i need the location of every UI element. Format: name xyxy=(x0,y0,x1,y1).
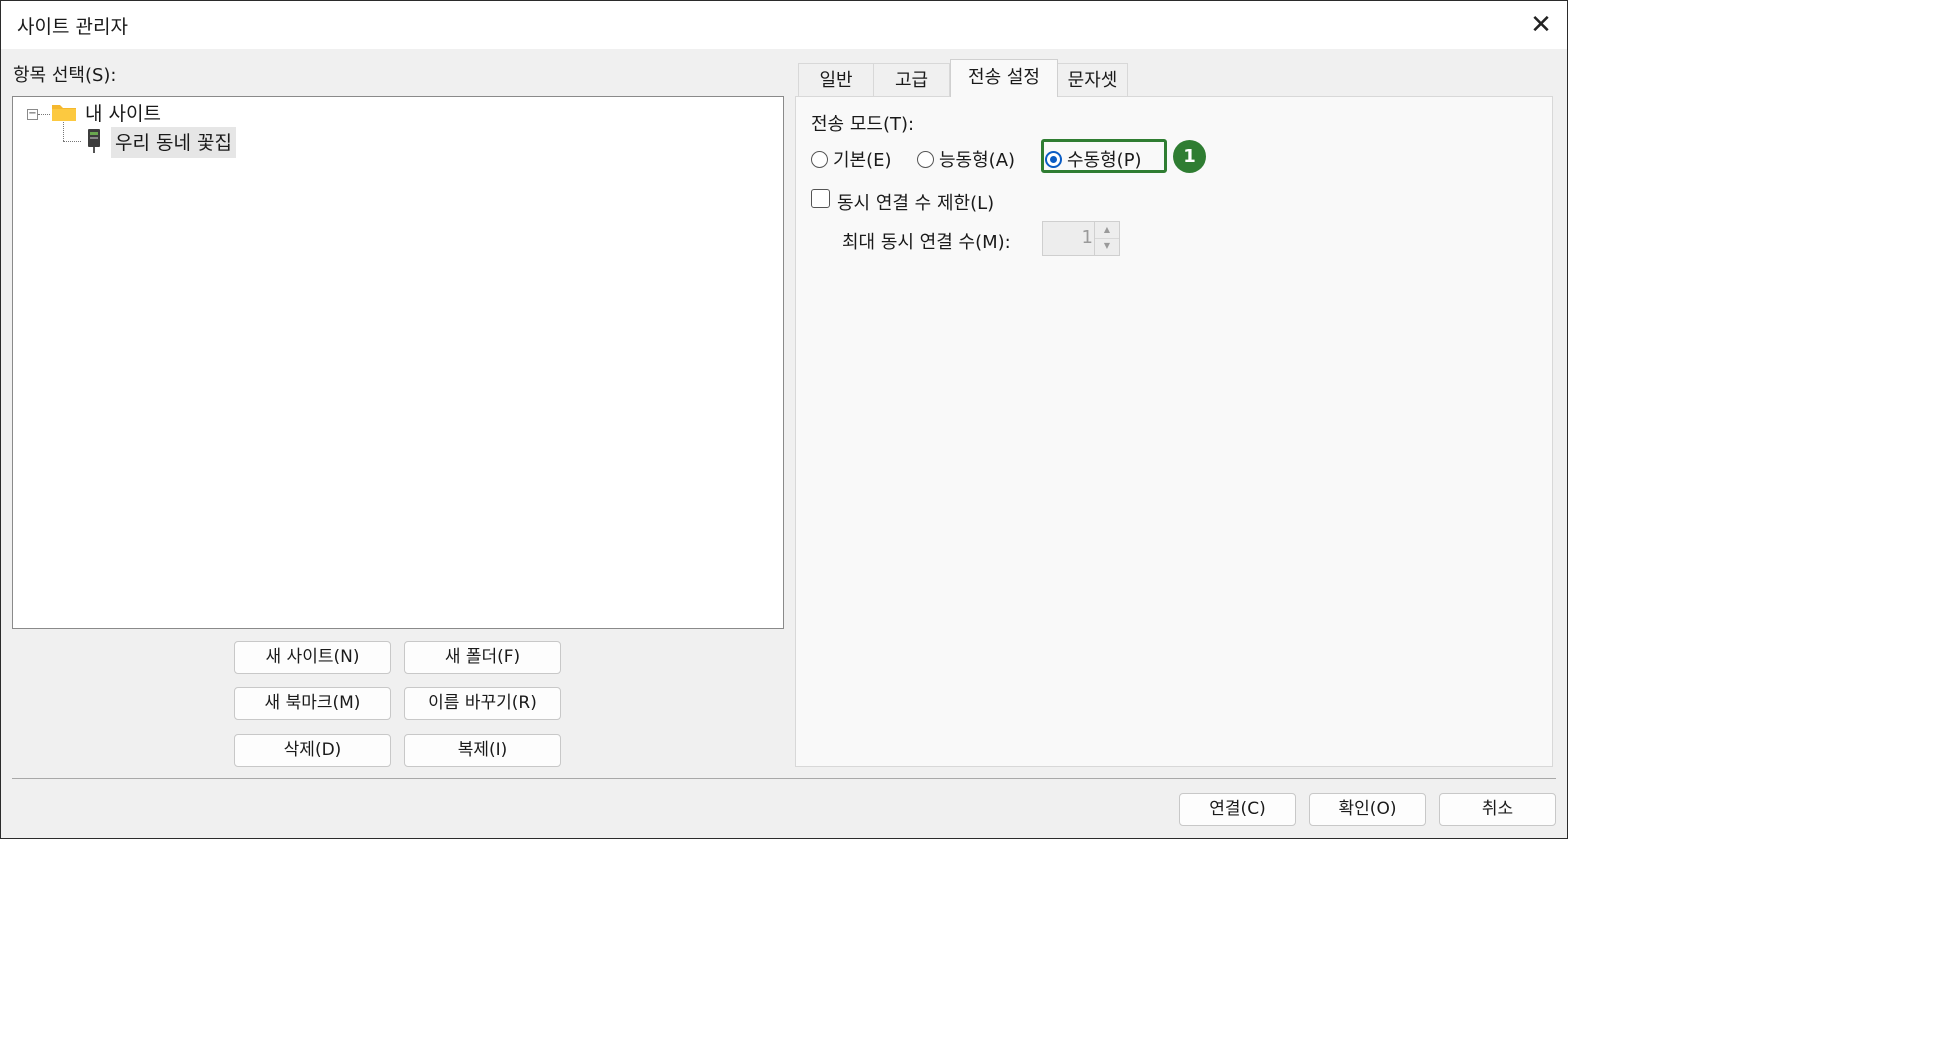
stepper-arrows: ▲ ▼ xyxy=(1094,222,1119,255)
limit-connections-label: 동시 연결 수 제한(L) xyxy=(837,193,995,214)
radio-default[interactable]: 기본(E) xyxy=(811,146,892,172)
footer-divider xyxy=(12,778,1556,779)
new-site-button[interactable]: 새 사이트(N) xyxy=(234,641,391,674)
site-tree[interactable]: − 내 사이트 우리 동네 꽃집 xyxy=(12,96,784,629)
folder-icon xyxy=(52,105,76,121)
max-connections-value: 1 xyxy=(1081,227,1093,248)
cancel-button[interactable]: 취소 xyxy=(1439,793,1556,826)
server-icon xyxy=(88,129,100,153)
chevron-down-icon[interactable]: ▼ xyxy=(1095,238,1119,254)
radio-circle xyxy=(917,150,934,168)
title-bar: 사이트 관리자 ✕ xyxy=(1,1,1567,49)
tab-advanced[interactable]: 고급 xyxy=(873,63,950,96)
rename-button[interactable]: 이름 바꾸기(R) xyxy=(404,687,561,720)
tab-general[interactable]: 일반 xyxy=(798,63,874,96)
transfer-mode-label: 전송 모드(T): xyxy=(811,114,915,135)
tree-item-site[interactable]: 우리 동네 꽃집 xyxy=(111,127,236,158)
delete-button[interactable]: 삭제(D) xyxy=(234,734,391,767)
tree-connector xyxy=(38,114,50,115)
tree-connector xyxy=(63,122,64,141)
radio-circle xyxy=(811,150,828,168)
new-bookmark-button[interactable]: 새 북마크(M) xyxy=(234,687,391,720)
collapse-toggle[interactable]: − xyxy=(27,109,38,120)
tab-charset[interactable]: 문자셋 xyxy=(1057,63,1128,96)
annotation-highlight xyxy=(1041,139,1167,173)
tree-connector xyxy=(63,141,81,142)
close-icon: ✕ xyxy=(1530,10,1552,40)
new-folder-button[interactable]: 새 폴더(F) xyxy=(404,641,561,674)
window-title: 사이트 관리자 xyxy=(17,16,128,38)
connect-button[interactable]: 연결(C) xyxy=(1179,793,1296,826)
radio-active-label: 능동형(A) xyxy=(939,150,1016,171)
chevron-up-icon[interactable]: ▲ xyxy=(1095,222,1119,239)
tab-transfer-settings[interactable]: 전송 설정 xyxy=(950,59,1058,97)
max-connections-label: 최대 동시 연결 수(M): xyxy=(842,232,1011,253)
select-entry-label: 항목 선택(S): xyxy=(13,65,117,86)
tree-item-my-sites[interactable]: 내 사이트 xyxy=(85,99,161,126)
limit-connections-checkbox[interactable] xyxy=(811,189,830,208)
site-manager-window: 사이트 관리자 ✕ 항목 선택(S): − 내 사이트 우리 동네 꽃집 새 사… xyxy=(0,0,1568,839)
duplicate-button[interactable]: 복제(I) xyxy=(404,734,561,767)
annotation-badge: 1 xyxy=(1173,140,1206,173)
ok-button[interactable]: 확인(O) xyxy=(1309,793,1426,826)
radio-default-label: 기본(E) xyxy=(833,150,892,171)
max-connections-stepper[interactable]: 1 ▲ ▼ xyxy=(1042,221,1120,256)
close-button[interactable]: ✕ xyxy=(1515,1,1567,49)
transfer-settings-panel: 전송 모드(T): 기본(E) 능동형(A) 수동형(P) 동시 연결 수 제한… xyxy=(795,96,1553,767)
radio-active[interactable]: 능동형(A) xyxy=(917,146,1015,172)
